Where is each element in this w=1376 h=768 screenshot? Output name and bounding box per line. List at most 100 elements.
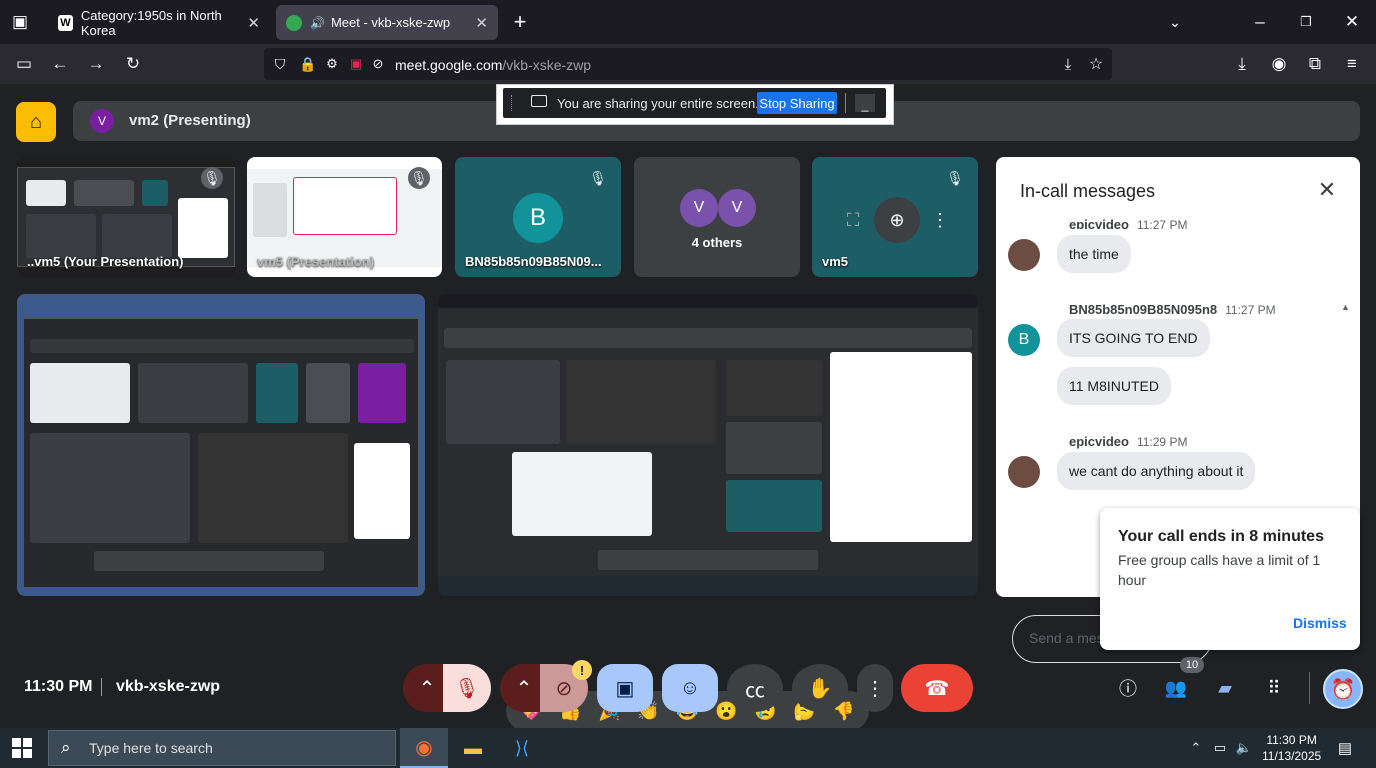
screen-share-banner: You are sharing your entire screen. Stop… (496, 84, 894, 125)
thumb-controls (598, 550, 818, 570)
network-icon[interactable]: ▭ (1208, 728, 1232, 768)
tab-wikipedia[interactable]: W Category:1950s in North Korea ✕ (48, 5, 270, 40)
mic-toggle-button[interactable]: 🎙 (443, 664, 491, 712)
participant-tile[interactable]: ⛶ ⊕ ⋮ 🎙 vm5 (812, 157, 978, 277)
mic-off-icon: 🎙 (946, 169, 964, 186)
taskbar-clock[interactable]: 11:30 PM 11/13/2025 (1262, 732, 1321, 764)
captions-button[interactable]: ㏄ (727, 664, 783, 712)
sidebar-icon[interactable]: ▭ (12, 52, 36, 76)
toast-title: Your call ends in 8 minutes (1118, 528, 1324, 545)
participant-tile[interactable]: B 🎙 BN85b85n09B85N09... (455, 157, 621, 277)
windows-start-icon[interactable] (12, 738, 34, 758)
thumb-window (102, 214, 172, 258)
thumb-window (726, 360, 822, 416)
thumb-controls (94, 551, 324, 571)
presentation-tile[interactable] (438, 294, 978, 596)
screen-share-indicator-icon[interactable]: ▣ (344, 52, 368, 76)
lock-icon[interactable]: 🔒 (296, 52, 320, 76)
thumb-chat (830, 352, 972, 542)
tile-name: BN85b85n09B85N09... (465, 254, 602, 269)
tile-name: vm5 (822, 254, 849, 269)
tab-label: Meet - vkb-xske-zwp (330, 15, 451, 30)
meeting-info-icon[interactable]: ⓘ (1116, 676, 1140, 700)
share-banner-text: You are sharing your entire screen. (557, 96, 759, 111)
meeting-time: 11:30 PM (24, 678, 93, 695)
thumb-window (306, 363, 350, 423)
thumb-window (30, 433, 190, 543)
close-icon[interactable]: ✕ (1314, 177, 1340, 203)
file-explorer-taskbar-icon[interactable]: ▬ (449, 728, 497, 768)
extensions-icon[interactable]: ⧉ (1303, 52, 1327, 76)
menu-icon[interactable]: ≡ (1340, 52, 1364, 76)
participant-tile[interactable]: 🎙 vm5 (Presentation) (247, 157, 442, 277)
downloads-icon[interactable]: ⤓ (1230, 52, 1254, 76)
others-label: 4 others (691, 235, 743, 250)
forward-icon[interactable]: → (84, 52, 108, 76)
bookmark-star-icon[interactable]: ☆ (1084, 52, 1108, 76)
scroll-up-icon[interactable]: ▲ (1341, 302, 1350, 312)
new-tab-icon[interactable]: + (508, 9, 532, 34)
notifications-icon[interactable]: ▤ (1330, 728, 1360, 768)
speaker-icon[interactable]: 🔊 (310, 16, 325, 30)
chat-message: 11 M8INUTED (1057, 367, 1171, 405)
meet-activity-icon[interactable]: ⌂ (16, 102, 56, 142)
raise-hand-button[interactable]: ✋ (792, 664, 848, 712)
list-all-tabs-icon[interactable]: ⌄ (1163, 10, 1187, 34)
stop-sharing-button[interactable]: Stop Sharing (757, 92, 837, 114)
close-window-icon[interactable]: ✕ (1340, 10, 1364, 34)
thumb-window (253, 183, 287, 237)
alarm-clock-icon[interactable]: ⏰ (1323, 669, 1363, 709)
more-options-icon[interactable]: ⋮ (928, 203, 952, 237)
firefox-taskbar-icon[interactable]: ◉ (400, 728, 448, 768)
activities-icon[interactable]: ⠿ (1262, 676, 1286, 700)
presentation-tile[interactable] (17, 294, 425, 596)
people-icon[interactable]: 👥 (1164, 676, 1188, 700)
drag-handle-icon[interactable] (511, 95, 514, 111)
close-tab-icon[interactable]: ✕ (475, 14, 488, 32)
frame-icon[interactable]: ⛶ (836, 203, 870, 237)
thumb-toolbar (30, 339, 414, 353)
reload-icon[interactable]: ↻ (121, 52, 145, 76)
show-hidden-icons-icon[interactable]: ⌃ (1184, 728, 1208, 768)
tab-overview-icon[interactable]: ▣ (8, 10, 32, 34)
leave-call-button[interactable]: ☎ (901, 664, 973, 712)
tab-meet[interactable]: 🔊 Meet - vkb-xske-zwp ✕ (276, 5, 498, 40)
hide-banner-button[interactable]: _ (855, 94, 875, 112)
present-button[interactable]: ▣ (597, 664, 653, 712)
restore-window-icon[interactable]: ❐ (1294, 10, 1318, 34)
participant-tile[interactable]: 🎙 ..vm5 (Your Presentation) (17, 157, 235, 277)
tracking-shield-icon[interactable]: ⛉ (268, 52, 292, 76)
browser-nav-bar: ▭ ← → ↻ ⛉ 🔒 ⚙ ▣ ⊘ meet.google.com/vkb-xs… (0, 44, 1376, 84)
thumb-window (566, 360, 716, 444)
chat-icon[interactable]: ▰ (1213, 676, 1237, 700)
dismiss-button[interactable]: Dismiss (1293, 615, 1347, 631)
thumb-window (26, 214, 96, 258)
volume-icon[interactable]: 🔈 (1232, 728, 1256, 768)
captions-icon: ㏄ (745, 679, 765, 702)
vscode-taskbar-icon[interactable]: ⟩⟨ (498, 728, 546, 768)
close-tab-icon[interactable]: ✕ (247, 14, 260, 32)
people-count-badge: 10 (1180, 657, 1204, 673)
thumb-window (256, 363, 298, 423)
minimize-window-icon[interactable]: – (1248, 10, 1272, 34)
divider (845, 93, 846, 113)
install-app-icon[interactable]: ⤓ (1056, 52, 1080, 76)
camera-off-icon: ⊘ (555, 677, 573, 700)
presenter-label: vm2 (Presenting) (129, 112, 251, 129)
hand-icon: ✋ (807, 677, 833, 700)
blocked-autoplay-icon[interactable]: ⊘ (366, 52, 390, 76)
account-icon[interactable]: ◉ (1267, 52, 1291, 76)
avatar: B (513, 193, 563, 243)
back-icon[interactable]: ← (48, 52, 72, 76)
search-icon: ⌕ (61, 738, 71, 757)
others-tile[interactable]: V V 4 others (634, 157, 800, 277)
reactions-button[interactable]: ☺ (662, 664, 718, 712)
more-options-button[interactable]: ⋮ (857, 664, 893, 712)
url-bar[interactable]: ⛉ 🔒 ⚙ ▣ ⊘ meet.google.com/vkb-xske-zwp ⤓… (264, 48, 1112, 80)
divider (101, 678, 102, 696)
taskbar-search[interactable]: ⌕ Type here to search (48, 730, 396, 766)
mic-off-icon: 🎙 (454, 677, 480, 700)
thumb-taskbar (438, 576, 978, 596)
pin-icon[interactable]: ⊕ (874, 197, 920, 243)
permissions-icon[interactable]: ⚙ (320, 52, 344, 76)
